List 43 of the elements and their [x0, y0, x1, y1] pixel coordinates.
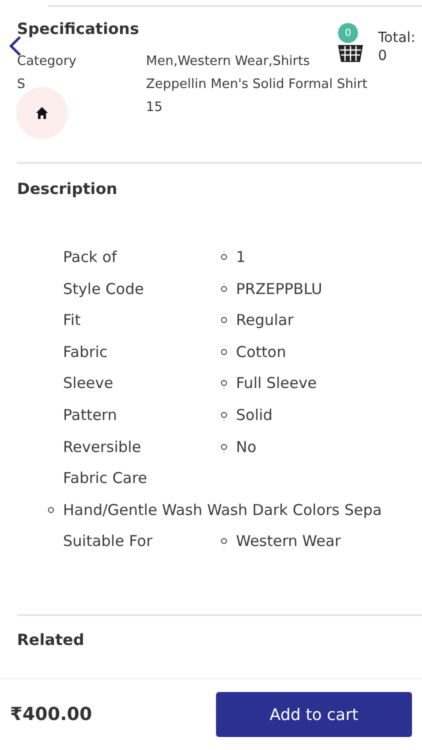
price: ₹400.00 [10, 704, 92, 725]
spec-value: Zeppellin Men's Solid Formal Shirt [146, 77, 368, 92]
attribute-value: No [236, 438, 258, 456]
attribute-label: Reversible [63, 438, 142, 456]
bullet-icon [221, 412, 227, 418]
attribute-label: Sleeve [63, 374, 114, 392]
attribute-value: Regular [236, 311, 295, 330]
section-title: Specifications [17, 20, 140, 38]
spec-label: S [17, 77, 26, 92]
section-title: Description [17, 180, 118, 198]
bullet-icon [48, 506, 54, 513]
bullet-icon [221, 254, 227, 260]
attribute-value: PRZEPPBLU [236, 280, 324, 298]
spec-value: 15 [146, 100, 163, 115]
add-to-cart-button[interactable]: Add to cart [216, 692, 412, 736]
total-label: Total: [378, 29, 416, 47]
bullet-icon [221, 317, 227, 324]
basket-icon[interactable] [337, 44, 364, 63]
home-icon [35, 106, 49, 120]
attribute-label: Fabric [63, 342, 109, 361]
total-value: 0 [378, 47, 388, 65]
spec-label: Category [17, 54, 76, 69]
attribute-label: Fabric Care [63, 469, 148, 488]
section-title: Related [17, 631, 84, 650]
spec-value: Men,Western Wear,Shirts [146, 54, 310, 69]
attribute-value: Western Wear [236, 532, 342, 550]
bullet-icon [221, 286, 227, 292]
attribute-label: Pack of [63, 248, 118, 266]
attribute-value: Cotton [236, 342, 288, 361]
attribute-label: Fit [63, 311, 82, 330]
cart-count-badge: 0 [338, 23, 358, 43]
bullet-icon [221, 348, 227, 355]
attribute-label: Suitable For [63, 532, 154, 550]
bullet-icon [221, 444, 227, 450]
attribute-value: Full Sleeve [236, 374, 318, 392]
bullet-icon [221, 380, 227, 386]
bullet-icon [221, 538, 227, 544]
attribute-label: Style Code [63, 280, 145, 298]
attribute-value: Solid [236, 406, 274, 424]
attribute-label: Pattern [63, 406, 118, 424]
attribute-value: 1 [236, 248, 247, 266]
home-button[interactable] [16, 87, 68, 139]
attribute-value: Hand/Gentle Wash Wash Dark Colors Sepa [63, 500, 382, 519]
